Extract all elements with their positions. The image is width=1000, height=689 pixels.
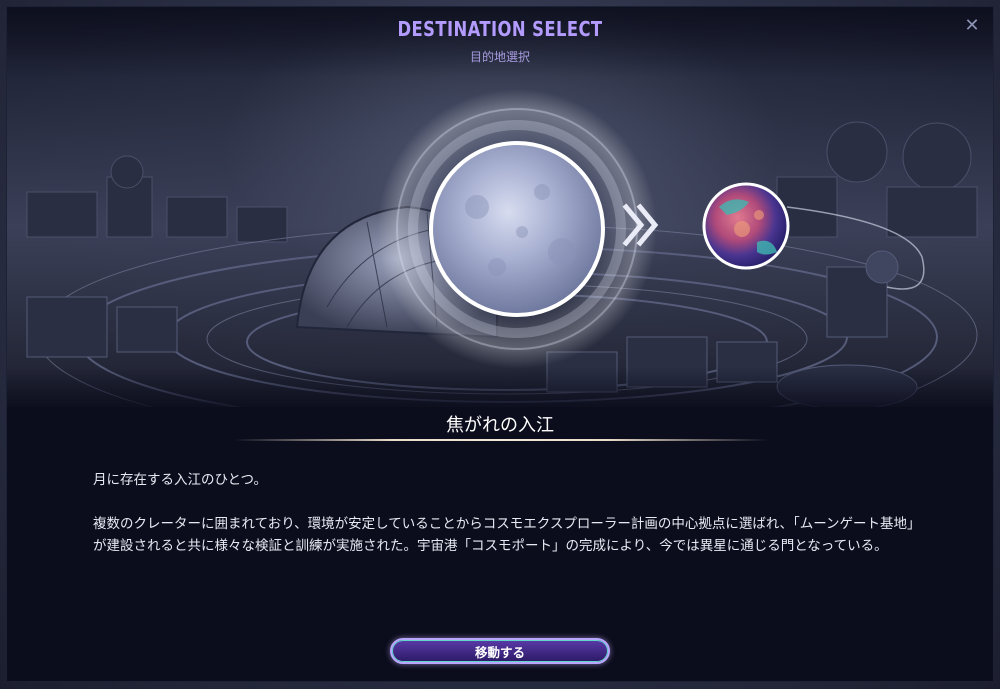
dialog-subtitle: 目的地選択 [469, 50, 530, 64]
description-paragraph: 月に存在する入江のひとつ。 [93, 472, 268, 488]
dialog-header: DESTINATION SELECT 目的地選択 [7, 7, 993, 77]
move-button[interactable]: 移動する [390, 638, 610, 664]
destination-description: 月に存在する入江のひとつ。 複数のクレーターに囲まれており、環境が安定しているこ… [93, 469, 923, 579]
dialog-title: DESTINATION SELECT [397, 17, 603, 41]
destination-dialog: DESTINATION SELECT 目的地選択 ✕ 焦がれの入江 月に存在する… [6, 6, 994, 682]
description-paragraph: 複数のクレーターに囲まれており、環境が安定していることからコスモエクスプローラー… [93, 516, 921, 554]
close-icon[interactable]: ✕ [961, 15, 983, 37]
destination-name: 焦がれの入江 [446, 415, 554, 436]
title-divider [233, 439, 769, 441]
scene-fade [7, 367, 993, 407]
